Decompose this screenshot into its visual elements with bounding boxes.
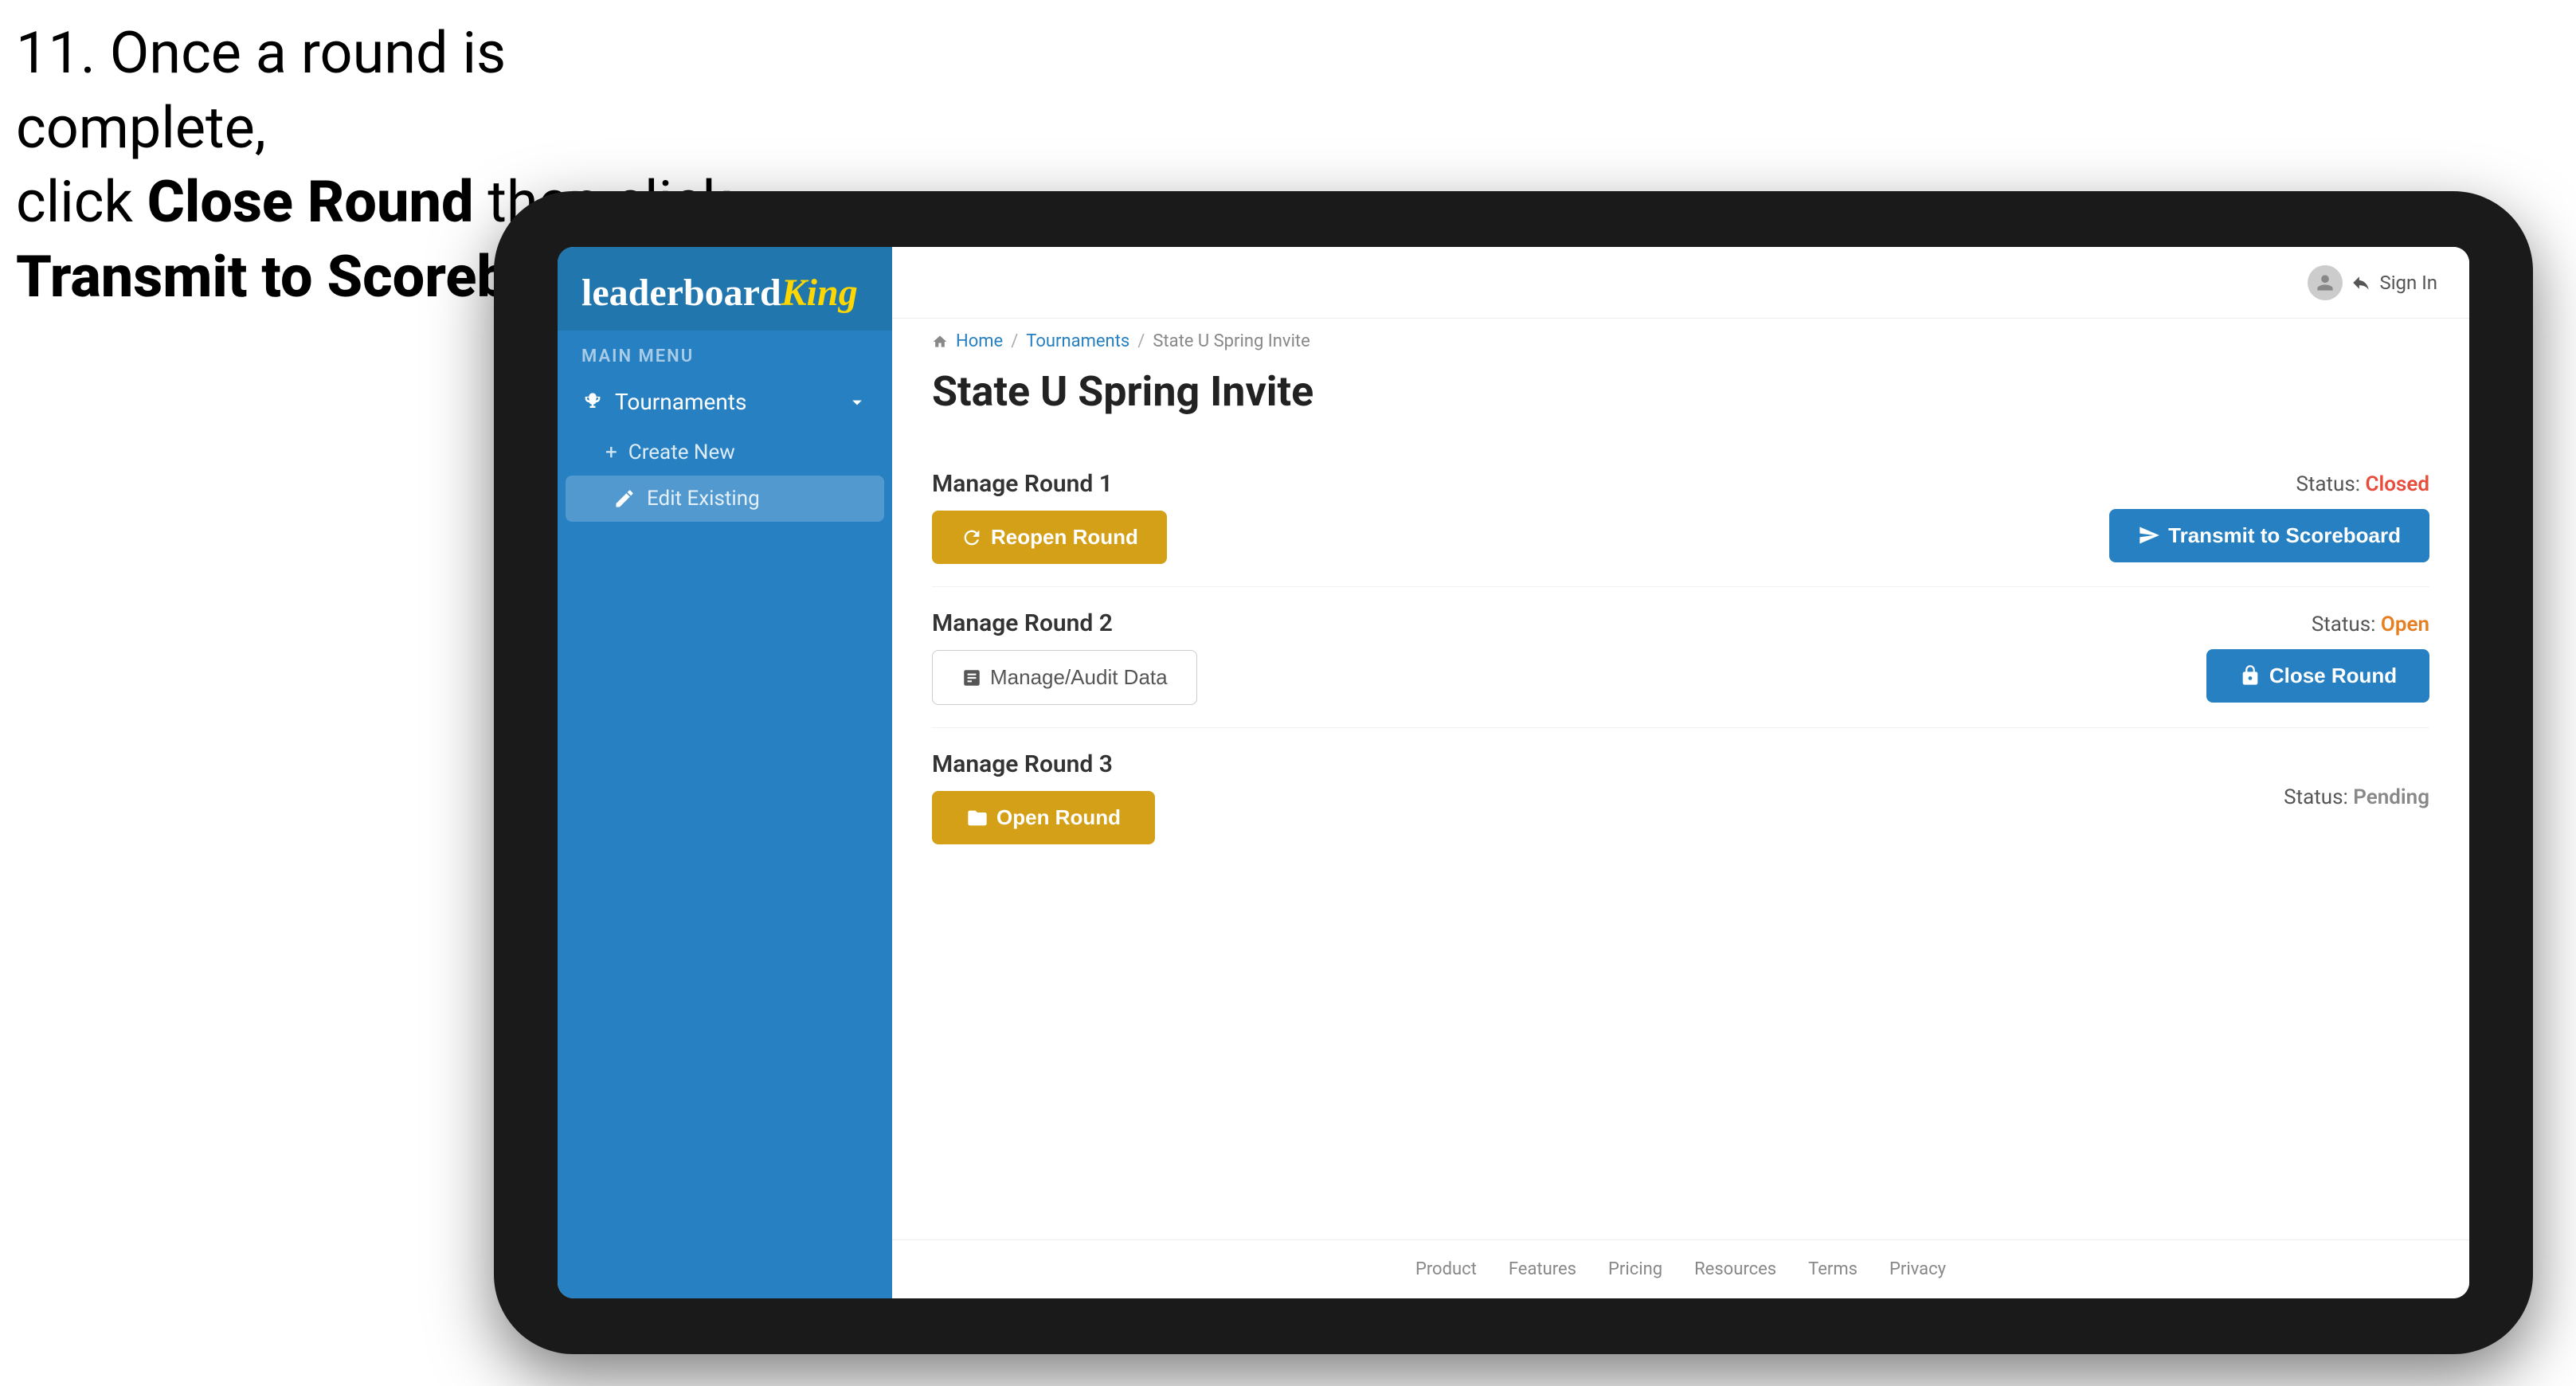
breadcrumb-current: State U Spring Invite [1153, 331, 1310, 351]
main-content: Sign In Home / Tournaments / State U Spr… [892, 247, 2469, 1298]
round-2-title: Manage Round 2 [932, 609, 1197, 637]
round-3-title: Manage Round 3 [932, 750, 1155, 778]
chevron-down-icon [846, 391, 868, 413]
sidebar-edit-existing[interactable]: Edit Existing [566, 476, 884, 522]
round-1-status-value: Closed [2366, 472, 2429, 496]
tablet-screen: leaderboardKing MAIN MENU Tournaments + … [558, 247, 2469, 1298]
round-2-right: Status: Open Close Round [2206, 613, 2429, 703]
footer-pricing[interactable]: Pricing [1608, 1259, 1662, 1279]
round-2-status: Status: Open [2312, 613, 2429, 636]
open-round-icon [966, 807, 989, 829]
trophy-icon [581, 391, 604, 413]
open-round-button[interactable]: Open Round [932, 791, 1155, 844]
round-3-left: Manage Round 3 Open Round [932, 750, 1155, 844]
round-2-status-label: Status: [2312, 613, 2376, 636]
page-title: State U Spring Invite [892, 359, 2469, 440]
logo: leaderboardKing [581, 271, 868, 315]
top-nav: Sign In [892, 247, 2469, 319]
avatar-icon [2308, 265, 2343, 300]
round-3-status: Status: Pending [2284, 785, 2429, 809]
sidebar-logo: leaderboardKing [558, 247, 892, 331]
close-round-icon [2239, 664, 2261, 687]
breadcrumb-sep2: / [1137, 331, 1145, 351]
round-3-status-value: Pending [2353, 785, 2429, 809]
breadcrumb: Home / Tournaments / State U Spring Invi… [892, 319, 2469, 359]
footer-product[interactable]: Product [1415, 1259, 1477, 1279]
signin-arrow-icon [2351, 272, 2371, 293]
reopen-round-label: Reopen Round [991, 525, 1138, 550]
transmit-to-scoreboard-button[interactable]: Transmit to Scoreboard [2109, 509, 2429, 562]
round-2-left: Manage Round 2 Manage/Audit Data [932, 609, 1197, 705]
tournaments-label: Tournaments [615, 389, 746, 415]
close-round-button[interactable]: Close Round [2206, 649, 2429, 703]
breadcrumb-home[interactable]: Home [956, 331, 1003, 351]
reopen-round-button[interactable]: Reopen Round [932, 511, 1167, 564]
home-icon [932, 334, 948, 350]
instruction-line2: click [16, 168, 147, 236]
round-3-section: Manage Round 3 Open Round Status: Pendin… [932, 728, 2429, 867]
main-menu-label: MAIN MENU [558, 331, 892, 374]
plus-icon: + [605, 440, 617, 464]
footer-terms[interactable]: Terms [1808, 1259, 1858, 1279]
sign-in-button[interactable]: Sign In [2308, 265, 2437, 300]
round-1-right: Status: Closed Transmit to Scoreboard [2109, 472, 2429, 562]
manage-audit-label: Manage/Audit Data [990, 665, 1168, 690]
content-area: Manage Round 1 Reopen Round Status: Clos… [892, 440, 2469, 1239]
transmit-icon [2138, 524, 2160, 546]
instruction-bold1: Close Round [147, 168, 474, 236]
create-new-label: Create New [628, 440, 735, 464]
footer: Product Features Pricing Resources Terms… [892, 1239, 2469, 1298]
edit-existing-label: Edit Existing [647, 487, 760, 511]
round-1-status-label: Status: [2296, 472, 2360, 496]
breadcrumb-sep1: / [1011, 331, 1018, 351]
logo-king: King [781, 272, 858, 314]
round-1-left: Manage Round 1 Reopen Round [932, 470, 1167, 564]
reopen-icon [961, 527, 983, 549]
round-2-section: Manage Round 2 Manage/Audit Data Status:… [932, 587, 2429, 728]
round-1-status: Status: Closed [2296, 472, 2429, 496]
sidebar-item-tournaments[interactable]: Tournaments [558, 374, 892, 429]
breadcrumb-tournaments[interactable]: Tournaments [1026, 331, 1129, 351]
sidebar-create-new[interactable]: + Create New [558, 429, 892, 476]
footer-resources[interactable]: Resources [1694, 1259, 1776, 1279]
sidebar: leaderboardKing MAIN MENU Tournaments + … [558, 247, 892, 1298]
audit-icon [961, 668, 982, 688]
footer-privacy[interactable]: Privacy [1889, 1259, 1946, 1279]
open-round-label: Open Round [996, 805, 1121, 830]
instruction-line1: 11. Once a round is complete, [16, 19, 506, 162]
tablet-device: leaderboardKing MAIN MENU Tournaments + … [494, 191, 2533, 1354]
edit-icon [613, 487, 636, 510]
footer-features[interactable]: Features [1509, 1259, 1576, 1279]
transmit-scoreboard-label: Transmit to Scoreboard [2168, 523, 2401, 548]
close-round-label: Close Round [2269, 664, 2397, 688]
round-1-section: Manage Round 1 Reopen Round Status: Clos… [932, 448, 2429, 587]
manage-audit-button[interactable]: Manage/Audit Data [932, 650, 1197, 705]
sign-in-label: Sign In [2379, 272, 2437, 294]
round-3-right: Status: Pending [2284, 785, 2429, 809]
round-1-title: Manage Round 1 [932, 470, 1167, 498]
round-3-status-label: Status: [2284, 785, 2348, 809]
round-2-status-value: Open [2381, 613, 2429, 636]
